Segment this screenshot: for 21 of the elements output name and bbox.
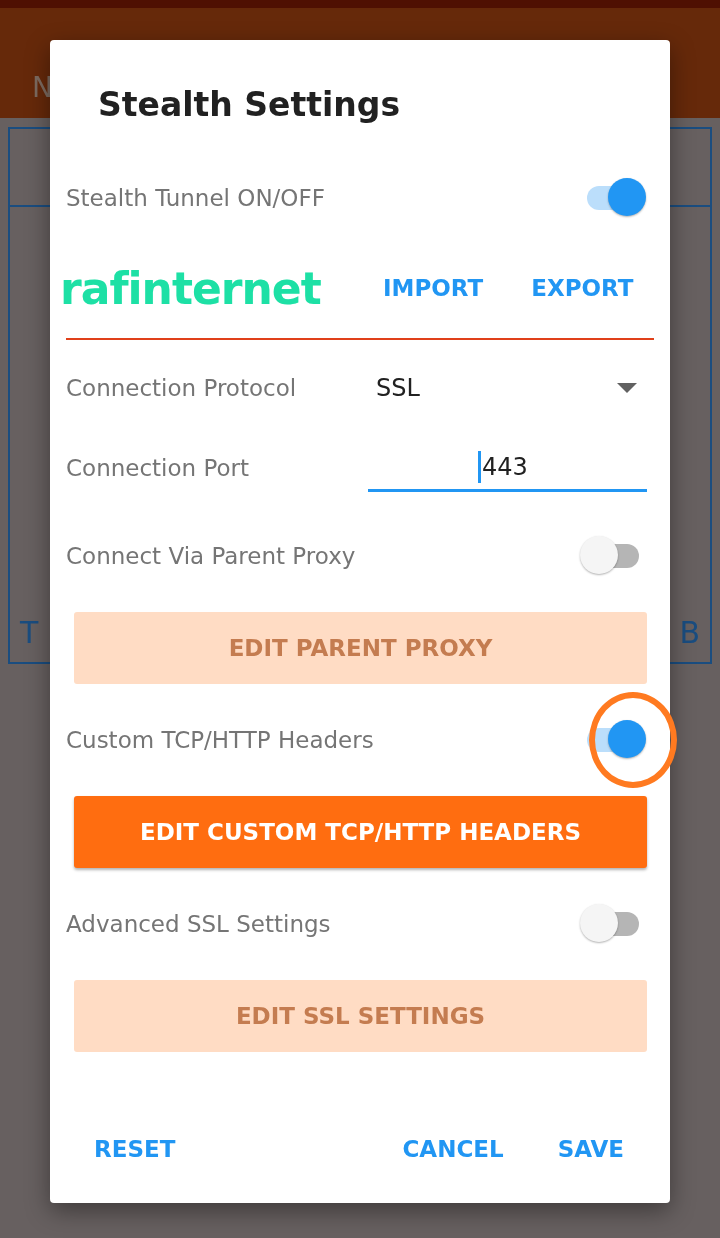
- dialog-title: Stealth Settings: [98, 84, 401, 126]
- edit-button[interactable]: EDIT CUSTOM TCP/HTTP HEADERS: [74, 796, 647, 868]
- setting-label: Connection Port: [66, 455, 251, 481]
- setting-label: Advanced SSL Settings: [66, 911, 332, 937]
- port-input[interactable]: 443: [482, 452, 582, 481]
- reset-button[interactable]: RESET: [86, 1136, 184, 1162]
- text-button[interactable]: EXPORT: [523, 275, 642, 301]
- setting-label: Custom TCP/HTTP Headers: [66, 727, 375, 753]
- app-subtitle: N: [32, 70, 53, 106]
- brand-logo: rafinternet: [60, 262, 322, 314]
- footer-button[interactable]: SAVE: [549, 1136, 632, 1162]
- stat-label: B: [679, 615, 700, 650]
- setting-label: Stealth Tunnel ON/OFF: [66, 185, 326, 211]
- port-field[interactable]: 443: [368, 444, 647, 492]
- text-button[interactable]: IMPORT: [375, 275, 492, 301]
- footer-button[interactable]: CANCEL: [394, 1136, 512, 1162]
- stat-label: T: [20, 615, 39, 650]
- protocol-dropdown[interactable]: SSL: [376, 374, 647, 402]
- dropdown-arrow-icon: [617, 383, 637, 393]
- setting-label: Connection Protocol: [66, 375, 298, 401]
- setting-label: Connect Via Parent Proxy: [66, 543, 357, 569]
